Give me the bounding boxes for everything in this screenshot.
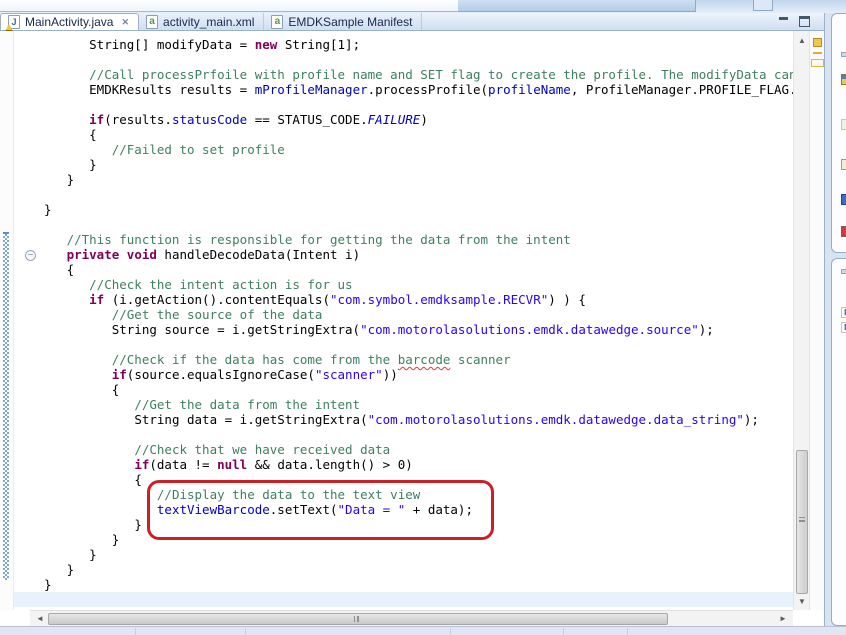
view-controls [778, 13, 824, 30]
scroll-thumb-grip [799, 517, 805, 522]
code-line: { [44, 127, 793, 142]
code-line: EMDKResults results = mProfileManager.pr… [44, 82, 793, 97]
code-line: if(source.equalsIgnoreCase("scanner")) [44, 367, 793, 382]
horizontal-scrollbar[interactable]: ◄ ► [30, 610, 793, 626]
code-line [44, 592, 793, 607]
divider [563, 628, 564, 635]
toolbar-button[interactable] [753, 0, 773, 11]
horizontal-scroll-thumb[interactable] [48, 613, 668, 625]
android-xml-file-icon: a [146, 15, 158, 29]
code-line: { [44, 382, 793, 397]
method-range-indicator [3, 232, 9, 580]
java-file-warning-icon: J [8, 15, 20, 29]
code-line: String source = i.getStringExtra("com.mo… [44, 322, 793, 337]
maximize-icon[interactable] [799, 16, 810, 27]
code-line: //Check if the data has come from the ba… [44, 352, 793, 367]
warning-marker-icon[interactable] [813, 38, 822, 47]
panel-menu-icon[interactable] [841, 52, 846, 57]
panel-menu-icon[interactable] [841, 269, 846, 274]
divider [245, 628, 246, 635]
type-icon: D [841, 322, 846, 333]
warning-range-marker[interactable] [811, 59, 824, 67]
code-line: String data = i.getStringExtra("com.moto… [44, 412, 793, 427]
toolbar-strip [0, 0, 846, 13]
divider [450, 628, 451, 635]
code-line: //Get the data from the intent [44, 397, 793, 412]
code-line: { [44, 262, 793, 277]
annotation-red-box [147, 480, 494, 540]
field-icon [841, 159, 846, 170]
eclipse-editor-window: J MainActivity.java ✕ a activity_main.xm… [0, 0, 846, 635]
type-icon: D [841, 307, 846, 318]
scroll-right-icon[interactable]: ► [775, 611, 791, 627]
code-line: String[] modifyData = new String[1]; [44, 37, 793, 52]
tab-activity-main-xml[interactable]: a activity_main.xml [139, 13, 264, 30]
close-icon[interactable]: ✕ [121, 17, 129, 28]
collapse-icon[interactable]: − [25, 250, 36, 261]
tab-label: activity_main.xml [163, 15, 254, 29]
code-line: //Get the source of the data [44, 307, 793, 322]
side-view-sliver: D D [825, 13, 846, 626]
code-line: if(results.statusCode == STATUS_CODE.FAI… [44, 112, 793, 127]
horizontal-scrollbar-row: ◄ ► [0, 610, 824, 626]
code-line: } [44, 577, 793, 592]
code-line [44, 52, 793, 67]
tab-mainactivity-java[interactable]: J MainActivity.java ✕ [0, 13, 139, 30]
scroll-down-icon[interactable]: ▼ [794, 594, 810, 610]
code-line: //Failed to set profile [44, 142, 793, 157]
android-xml-file-icon: a [271, 15, 283, 29]
code-line: if(data != null && data.length() > 0) [44, 457, 793, 472]
scroll-up-icon[interactable]: ▲ [794, 33, 810, 49]
code-line [44, 427, 793, 442]
code-line: //Call processPrfoile with profile name … [44, 67, 793, 82]
side-panel-bottom[interactable]: D D [831, 258, 846, 626]
tab-label: EMDKSample Manifest [288, 15, 412, 29]
vertical-scroll-thumb[interactable] [796, 450, 808, 594]
occurrence-marker [813, 52, 822, 54]
code-line: //This function is responsible for getti… [44, 232, 793, 247]
code-line [44, 187, 793, 202]
minimize-icon[interactable] [778, 16, 791, 27]
editor-panel: J MainActivity.java ✕ a activity_main.xm… [0, 13, 825, 626]
divider [135, 628, 136, 635]
toolbar-field-blue [458, 0, 696, 12]
editor-content: − String[] modifyData = new String[1]; /… [0, 31, 824, 626]
code-line [44, 97, 793, 112]
resource-icon [841, 226, 846, 237]
scroll-thumb-grip [354, 616, 359, 622]
editor-tab-bar: J MainActivity.java ✕ a activity_main.xm… [0, 13, 824, 31]
folding-margin[interactable]: − [14, 31, 44, 610]
code-line: } [44, 172, 793, 187]
tab-label: MainActivity.java [25, 15, 113, 29]
toolbar-field [0, 0, 458, 12]
package-icon [841, 74, 846, 85]
side-panel-top[interactable] [831, 13, 846, 253]
element-icon [841, 119, 846, 130]
vertical-scrollbar[interactable]: ▲ ▼ [793, 31, 809, 610]
overview-ruler[interactable] [809, 31, 824, 610]
code-line: } [44, 562, 793, 577]
bottom-status-strip [0, 626, 846, 635]
tab-bar-spacer [422, 13, 778, 30]
code-line: private void handleDecodeData(Intent i) [44, 247, 793, 262]
warning-overlay-icon [5, 24, 13, 31]
tab-emdksample-manifest[interactable]: a EMDKSample Manifest [264, 13, 422, 30]
code-line: } [44, 157, 793, 172]
code-line: if (i.getAction().contentEquals("com.sym… [44, 292, 793, 307]
code-line: } [44, 547, 793, 562]
code-line [44, 337, 793, 352]
code-line [44, 217, 793, 232]
method-icon [841, 194, 846, 205]
annotation-ruler[interactable] [0, 31, 14, 610]
code-line: } [44, 202, 793, 217]
divider [627, 628, 628, 635]
code-line: //Check that we have received data [44, 442, 793, 457]
scroll-left-icon[interactable]: ◄ [32, 611, 48, 627]
code-line: //Check the intent action is for us [44, 277, 793, 292]
